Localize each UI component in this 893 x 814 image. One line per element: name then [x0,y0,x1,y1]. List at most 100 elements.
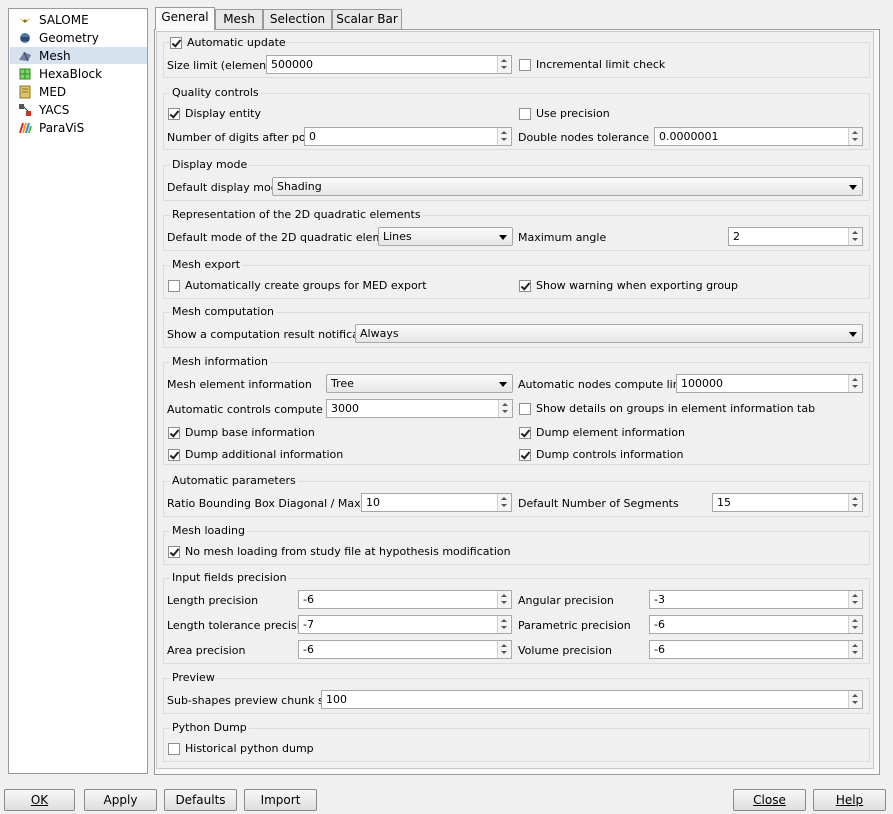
spin-arrows-icon[interactable] [848,375,862,392]
tab-selection[interactable]: Selection [263,9,332,29]
yacs-icon [18,103,32,117]
length-precision-label: Length precision [167,594,259,607]
export-warning-label: Show warning when exporting group [536,279,739,292]
spin-arrows-icon[interactable] [497,128,511,145]
chevron-down-icon [499,235,507,240]
import-button[interactable]: Import [244,789,317,811]
use-precision-checkbox[interactable] [519,108,531,120]
spin-arrows-icon[interactable] [497,641,511,658]
dump-additional-label: Dump additional information [185,448,344,461]
tolerance-spinbox[interactable]: 0.0000001 [654,127,863,146]
incremental-limit-checkbox[interactable] [519,59,531,71]
tolerance-label: Double nodes tolerance [518,131,650,144]
group-details-checkbox[interactable] [519,403,531,415]
automatic-update-checkbox[interactable] [170,37,182,49]
size-limit-spinbox[interactable]: 500000 [266,55,512,74]
parametric-precision-label: Parametric precision [518,619,631,632]
module-label: Geometry [39,30,99,45]
tab-general[interactable]: General [155,7,215,30]
dump-controls-checkbox[interactable] [519,449,531,461]
computation-notification-label: Show a computation result notification [167,328,380,341]
tab-mesh[interactable]: Mesh [215,9,263,29]
dump-base-checkbox[interactable] [168,427,180,439]
mesh-information-title: Mesh information [170,355,270,368]
historical-dump-checkbox[interactable] [168,743,180,755]
mesh-element-info-label: Mesh element information [167,378,312,391]
nodes-limit-spinbox[interactable]: 100000 [676,374,863,393]
module-item-med[interactable]: MED [10,83,147,100]
ratio-spinbox[interactable]: 10 [361,493,512,512]
spin-arrows-icon[interactable] [848,128,862,145]
length-precision-spinbox[interactable]: -6 [298,590,512,609]
module-label: MED [39,84,67,99]
mesh-icon [18,49,32,63]
module-item-salome[interactable]: SALOME [10,11,147,28]
spin-arrows-icon[interactable] [497,494,511,511]
length-tolerance-spinbox[interactable]: -7 [298,615,512,634]
dump-additional-checkbox[interactable] [168,449,180,461]
module-label: SALOME [39,12,89,27]
digits-spinbox[interactable]: 0 [304,127,512,146]
spin-arrows-icon[interactable] [498,400,512,417]
module-item-hexablock[interactable]: HexaBlock [10,65,147,82]
module-label: Mesh [39,48,71,63]
no-mesh-loading-checkbox[interactable] [168,546,180,558]
spin-arrows-icon[interactable] [497,591,511,608]
module-list[interactable]: SALOME Geometry Mesh HexaBlock MED YACS … [8,8,148,774]
spin-arrows-icon[interactable] [848,591,862,608]
spin-arrows-icon[interactable] [848,691,862,708]
angular-precision-spinbox[interactable]: -3 [649,590,863,609]
close-button[interactable]: Close [733,789,806,811]
quadratic-mode-select[interactable]: Lines [378,227,513,246]
chunk-size-spinbox[interactable]: 100 [321,690,863,709]
maximum-angle-spinbox[interactable]: 2 [728,227,863,246]
defaults-button[interactable]: Defaults [164,789,237,811]
dump-base-label: Dump base information [185,426,315,439]
salome-icon [18,13,32,27]
help-button[interactable]: Help [813,789,886,811]
module-label: YACS [39,102,70,117]
module-item-mesh[interactable]: Mesh [10,47,147,64]
precision-title: Input fields precision [170,571,289,584]
computation-notification-select[interactable]: Always [355,324,863,343]
parametric-precision-spinbox[interactable]: -6 [649,615,863,634]
module-item-geometry[interactable]: Geometry [10,29,147,46]
volume-precision-label: Volume precision [518,644,613,657]
spin-arrows-icon[interactable] [848,641,862,658]
spin-arrows-icon[interactable] [848,616,862,633]
controls-limit-spinbox[interactable]: 3000 [326,399,513,418]
display-entity-checkbox[interactable] [168,108,180,120]
hexablock-icon [18,67,32,81]
display-mode-select[interactable]: Shading [272,177,863,196]
quadratic-title: Representation of the 2D quadratic eleme… [170,208,423,221]
apply-button[interactable]: Apply [84,789,157,811]
paravis-icon [18,121,32,135]
volume-precision-spinbox[interactable]: -6 [649,640,863,659]
chunk-size-label: Sub-shapes preview chunk size [167,694,340,707]
mesh-element-info-select[interactable]: Tree [326,374,513,393]
spin-arrows-icon[interactable] [848,494,862,511]
dump-element-label: Dump element information [536,426,685,439]
spin-arrows-icon[interactable] [497,56,511,73]
module-item-paravis[interactable]: ParaViS [10,119,147,136]
nodes-limit-label: Automatic nodes compute limit [518,378,691,391]
quality-controls-title: Quality controls [170,86,261,99]
med-icon [18,85,32,99]
digits-label: Number of digits after point [167,131,320,144]
ok-button[interactable]: OK [4,789,75,811]
historical-dump-label: Historical python dump [185,742,314,755]
area-precision-spinbox[interactable]: -6 [298,640,512,659]
preview-title: Preview [170,671,217,684]
module-item-yacs[interactable]: YACS [10,101,147,118]
export-warning-checkbox[interactable] [519,280,531,292]
no-mesh-loading-label: No mesh loading from study file at hypot… [185,545,511,558]
dump-element-checkbox[interactable] [519,427,531,439]
spin-arrows-icon[interactable] [497,616,511,633]
tab-scalar-bar[interactable]: Scalar Bar [332,9,402,29]
segments-label: Default Number of Segments [518,497,679,510]
segments-spinbox[interactable]: 15 [712,493,863,512]
auto-groups-checkbox[interactable] [168,280,180,292]
spin-arrows-icon[interactable] [848,228,862,245]
use-precision-label: Use precision [536,107,610,120]
area-precision-label: Area precision [167,644,246,657]
